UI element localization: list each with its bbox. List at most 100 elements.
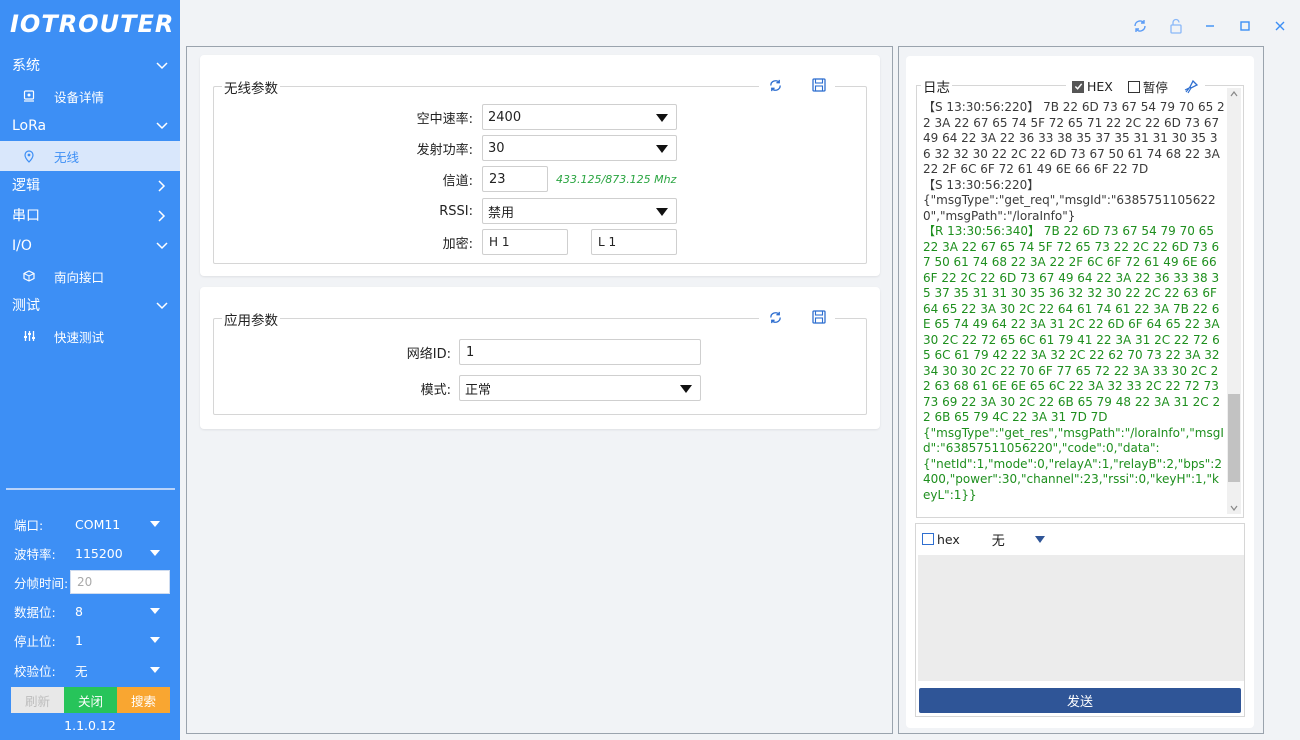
netid-input[interactable]: 1 [459, 339, 701, 365]
dropdown-arrow-icon [656, 208, 668, 216]
sync-icon[interactable] [1129, 15, 1151, 37]
databits-select[interactable]: 数据位: 8 [14, 599, 170, 623]
netid-row: 网络ID: 1 [214, 339, 701, 365]
refresh-icon[interactable] [767, 309, 783, 325]
close-icon[interactable] [1269, 15, 1291, 37]
tx-power-select[interactable]: 30 [482, 135, 677, 161]
lock-icon[interactable] [1165, 15, 1187, 37]
application-card: 应用参数 网络ID: 1 模式: 正常 [200, 287, 880, 429]
mode-row: 模式: 正常 [214, 375, 701, 401]
dropdown-arrow-icon [680, 385, 692, 393]
send-hex-checkbox[interactable]: hex [922, 532, 960, 547]
nav-south-interface[interactable]: 南向接口 [0, 261, 180, 291]
dropdown-arrow-icon [150, 637, 160, 643]
save-icon[interactable] [811, 309, 827, 325]
suffix-value: 无 [991, 533, 1005, 549]
nav-lora[interactable]: LoRa [0, 111, 180, 141]
port-select[interactable]: 端口: COM11 [14, 512, 170, 536]
nav-test[interactable]: 测试 [0, 291, 180, 321]
key-l-input[interactable]: L 1 [591, 229, 677, 255]
refresh-icon[interactable] [767, 77, 783, 93]
save-icon[interactable] [811, 77, 827, 93]
minimize-icon[interactable] [1199, 15, 1221, 37]
refresh-button[interactable]: 刷新 [11, 687, 64, 713]
encrypt-row: 加密: H 1 L 1 [214, 229, 677, 255]
log-fieldset: 日志 HEX 暂停 【S 13:30:56:220】 7B 22 6D 73 6… [916, 76, 1244, 518]
parity-select[interactable]: 校验位: 无 [14, 658, 170, 682]
air-rate-select[interactable]: 2400 [482, 104, 677, 130]
chevron-right-icon [156, 201, 168, 231]
channel-frequency-hint: 433.125/873.125 Mhz [556, 172, 677, 186]
close-port-button[interactable]: 关闭 [64, 687, 117, 713]
suffix-select[interactable]: 无 [992, 530, 1045, 549]
log-line: 【S 13:30:56:220】 7B 22 6D 73 67 54 79 70… [923, 100, 1225, 176]
nav-logic[interactable]: 逻辑 [0, 171, 180, 201]
nav-test-label: 测试 [12, 298, 40, 314]
dropdown-arrow-icon [150, 608, 160, 614]
chevron-right-icon [156, 171, 168, 201]
nav-serial-label: 串口 [12, 208, 40, 224]
nav-serial[interactable]: 串口 [0, 201, 180, 231]
mode-select[interactable]: 正常 [459, 375, 701, 401]
log-line: {"netId":1,"mode":0,"relayA":1,"relayB":… [923, 456, 1222, 502]
chevron-down-icon [156, 231, 168, 261]
rssi-select[interactable]: 禁用 [482, 198, 677, 224]
netid-label: 网络ID: [406, 346, 451, 362]
rssi-row: RSSI: 禁用 [214, 198, 677, 224]
send-button[interactable]: 发送 [919, 688, 1241, 713]
log-content[interactable]: 【S 13:30:56:220】 7B 22 6D 73 67 54 79 70… [923, 100, 1225, 516]
nav-wireless[interactable]: 无线 [0, 141, 180, 171]
application-tools [759, 309, 835, 325]
log-line: 【R 13:30:56:340】 7B 22 6D 73 67 54 79 70… [923, 224, 1221, 424]
dropdown-arrow-icon [656, 114, 668, 122]
stopbits-select[interactable]: 停止位: 1 [14, 628, 170, 652]
channel-input[interactable]: 23 [482, 166, 548, 192]
nav-quick-test[interactable]: 快速测试 [0, 321, 180, 351]
log-tools: HEX 暂停 [1066, 77, 1205, 96]
nav-io[interactable]: I/O [0, 231, 180, 261]
port-value: COM11 [75, 516, 121, 532]
mode-value: 正常 [465, 382, 492, 398]
pause-label: 暂停 [1142, 80, 1168, 95]
encrypt-label: 加密: [442, 236, 473, 252]
air-rate-row: 空中速率: 2400 [214, 104, 677, 130]
wireless-fieldset: 无线参数 空中速率: 2400 发射功率: 30 信道: 23 433.125/… [213, 77, 867, 264]
checkbox-icon [922, 533, 934, 545]
baud-label: 波特率: [14, 546, 56, 562]
log-scroll-thumb[interactable] [1228, 394, 1240, 482]
search-button[interactable]: 搜索 [117, 687, 170, 713]
nav-system[interactable]: 系统 [0, 51, 180, 81]
nav-device-detail[interactable]: 设备详情 [0, 81, 180, 111]
scroll-up-icon [1230, 91, 1238, 97]
wireless-tools [759, 77, 835, 93]
nav-device-detail-label: 设备详情 [54, 89, 105, 105]
channel-row: 信道: 23 433.125/873.125 Mhz [214, 166, 676, 192]
log-line: 【S 13:30:56:220】 [923, 177, 1040, 192]
nav-south-interface-label: 南向接口 [54, 269, 105, 285]
port-label: 端口: [14, 517, 44, 533]
frame-time-input[interactable]: 20 [70, 570, 170, 594]
application-title: 应用参数 [222, 309, 280, 329]
frame-time-label: 分帧时间: [14, 575, 69, 591]
sliders-icon [22, 329, 36, 343]
clear-brush-icon[interactable] [1183, 77, 1199, 96]
scroll-down-icon [1230, 505, 1238, 511]
key-h-input[interactable]: H 1 [482, 229, 568, 255]
cube-icon [22, 269, 36, 283]
pause-checkbox[interactable]: 暂停 [1127, 77, 1168, 96]
nav-quick-test-label: 快速测试 [54, 329, 105, 345]
send-textarea[interactable] [918, 555, 1244, 681]
log-title: 日志 [921, 76, 952, 96]
send-hex-label: hex [937, 531, 960, 547]
dropdown-arrow-icon [150, 550, 160, 556]
stopbits-value: 1 [75, 632, 83, 648]
nav-system-label: 系统 [12, 58, 40, 74]
baud-select[interactable]: 波特率: 115200 [14, 541, 170, 565]
hex-checkbox[interactable]: HEX [1072, 77, 1113, 96]
rssi-value: 禁用 [488, 205, 515, 221]
log-scrollbar[interactable] [1227, 88, 1241, 514]
databits-label: 数据位: [14, 604, 56, 620]
frame-time-row: 分帧时间: 20 [14, 570, 170, 594]
maximize-icon[interactable] [1234, 15, 1256, 37]
parity-label: 校验位: [14, 663, 56, 679]
